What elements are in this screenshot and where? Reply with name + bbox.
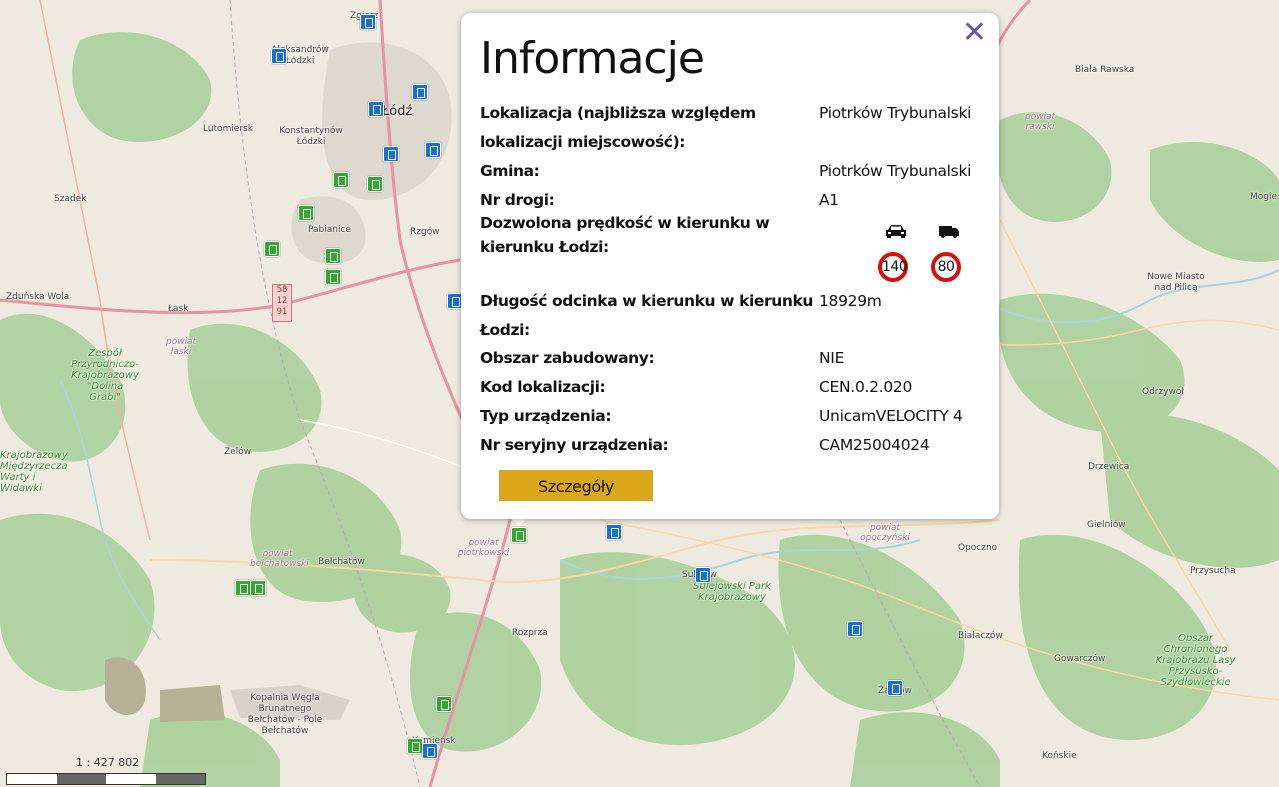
info-label: Gmina: xyxy=(480,162,540,180)
close-icon[interactable]: ✕ xyxy=(962,17,987,49)
place-label: Łódź xyxy=(382,104,413,119)
speed-camera-marker[interactable] xyxy=(271,48,287,64)
speed-camera-marker[interactable] xyxy=(422,743,438,759)
speed-camera-marker[interactable] xyxy=(368,101,384,117)
place-label: Odrzywół xyxy=(1142,387,1184,397)
section-control-marker[interactable] xyxy=(235,580,251,596)
place-label: powiat piotrkowski xyxy=(457,538,510,558)
road-shield: 58 12 91 xyxy=(272,284,292,322)
truck-icon xyxy=(939,226,959,238)
place-label: powiat łaski xyxy=(166,337,197,357)
place-label: powiat bełchatowski xyxy=(250,549,309,569)
car-icon xyxy=(886,225,906,238)
speed-camera-marker[interactable] xyxy=(412,84,428,100)
road-shield-number: 12 xyxy=(276,296,288,306)
place-label: Obszar Chronionego Krajobrazu Lasy Przys… xyxy=(1155,633,1236,688)
place-label: Zespół Przyrodniczo-Krajobrazowy "Dolina… xyxy=(71,348,139,403)
section-control-marker[interactable] xyxy=(333,172,349,188)
info-label: Nr seryjny urządzenia: xyxy=(480,436,669,454)
section-control-marker[interactable] xyxy=(436,696,452,712)
speed-camera-marker[interactable] xyxy=(695,567,711,583)
info-label: Długość odcinka w kierunku w kierunku Ło… xyxy=(480,292,814,339)
info-value: Piotrków Trybunalski xyxy=(819,104,972,122)
speed-camera-marker[interactable] xyxy=(887,680,903,696)
place-label: Pabianice xyxy=(308,225,351,235)
place-label: Przysucha xyxy=(1190,566,1236,576)
info-value: CAM25004024 xyxy=(819,436,930,454)
section-control-marker[interactable] xyxy=(264,241,280,257)
place-label: Końskie xyxy=(1042,751,1077,761)
place-label: Mogie xyxy=(1250,192,1278,202)
info-label: Typ urządzenia: xyxy=(480,407,612,425)
info-value: 18929m xyxy=(819,292,882,310)
speed-camera-marker[interactable] xyxy=(383,146,399,162)
place-label: Lutomiersk xyxy=(203,124,254,134)
place-label: Krajobrazowy Międzyrzecza Warty i Widawk… xyxy=(0,450,68,494)
info-value: UnicamVELOCITY 4 xyxy=(819,407,963,425)
section-control-marker[interactable] xyxy=(367,176,383,192)
place-label: Gielniów xyxy=(1087,520,1126,530)
info-value: A1 xyxy=(819,191,839,209)
section-control-marker-selected[interactable] xyxy=(511,527,527,543)
speed-camera-marker[interactable] xyxy=(425,142,441,158)
place-label: Szadek xyxy=(54,194,87,204)
section-control-marker[interactable] xyxy=(325,248,341,264)
info-label: Kod lokalizacji: xyxy=(480,378,606,396)
section-control-marker[interactable] xyxy=(250,580,266,596)
place-label: Sulejowski Park Krajobrazowy xyxy=(693,581,771,603)
place-label: Biała Rawska xyxy=(1075,65,1135,75)
section-control-marker[interactable] xyxy=(407,738,423,754)
popup-title: Informacje xyxy=(480,33,705,84)
place-label: Opoczno xyxy=(958,543,998,553)
place-label: Konstantynów Łódzki xyxy=(279,126,343,147)
place-label: Łask xyxy=(168,304,189,314)
place-label: Bełchatów xyxy=(318,557,365,567)
place-label: Białaczów xyxy=(958,631,1003,641)
place-label: Kopalnia Węgla Brunatnego Bełchatów - Po… xyxy=(247,693,323,736)
speed-limit-sign-truck: 80 xyxy=(931,252,961,282)
place-label: Rozprza xyxy=(512,628,548,638)
speed-camera-marker[interactable] xyxy=(606,524,622,540)
place-label: powiat opoczyński xyxy=(860,523,910,543)
info-label: Lokalizacja (najbliższa względem lokaliz… xyxy=(480,104,756,151)
road-shield-number: 58 xyxy=(276,285,288,295)
speed-camera-marker[interactable] xyxy=(360,14,376,30)
place-label: Drzewica xyxy=(1088,462,1130,472)
place-label: Gowarczów xyxy=(1054,654,1106,664)
place-label: powiat rawski xyxy=(1024,112,1056,132)
place-label: Zduńska Wola xyxy=(6,292,70,302)
info-label: Obszar zabudowany: xyxy=(480,349,655,367)
place-label: Rzgów xyxy=(410,227,440,237)
map-scale-bar xyxy=(6,773,206,785)
speed-limit-sign-car: 140 xyxy=(878,252,908,282)
details-button[interactable]: Szczegóły xyxy=(499,470,653,501)
place-label: Nowe Miasto nad Pilicą xyxy=(1147,272,1205,293)
section-control-marker[interactable] xyxy=(298,205,314,221)
map-scale-text: 1 : 427 802 xyxy=(76,756,140,769)
info-value: Piotrków Trybunalski xyxy=(819,162,972,180)
info-popup: ✕ Informacje Lokalizacja (najbliższa wzg… xyxy=(461,13,999,519)
speed-camera-marker[interactable] xyxy=(847,621,863,637)
info-label: Dozwolona prędkość w kierunku w kierunku… xyxy=(480,214,770,256)
road-shield-number: 91 xyxy=(276,307,288,317)
info-value: CEN.0.2.020 xyxy=(819,378,912,396)
section-control-marker[interactable] xyxy=(325,269,341,285)
info-value: NIE xyxy=(819,349,845,367)
place-label: Zelów xyxy=(224,447,252,457)
speed-limit-block: 140 80 xyxy=(876,221,968,291)
